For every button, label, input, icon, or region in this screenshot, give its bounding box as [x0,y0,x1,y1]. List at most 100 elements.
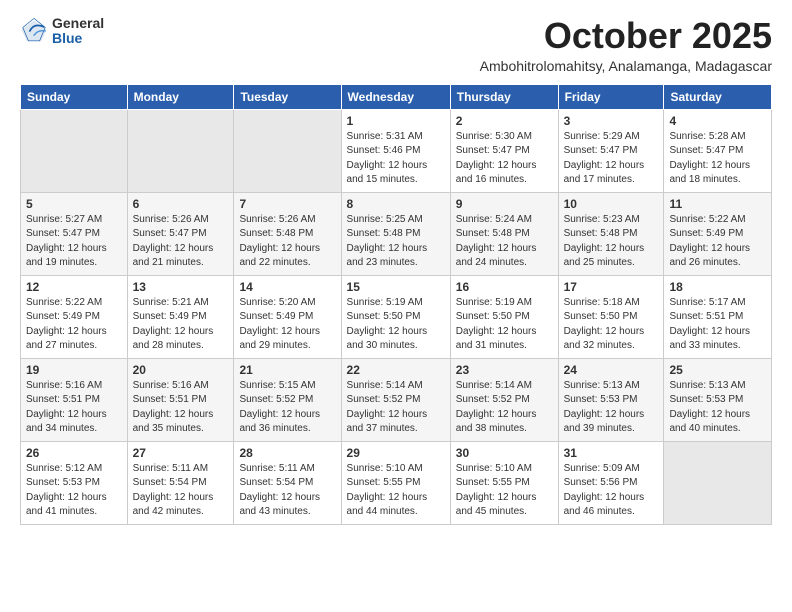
week-row-2: 5Sunrise: 5:27 AMSunset: 5:47 PMDaylight… [21,192,772,275]
day-number: 22 [347,363,445,377]
week-row-5: 26 Sunrise: 5:12 AMSunset: 5:53 PMDayligh… [21,441,772,524]
table-cell: 21 Sunrise: 5:15 AMSunset: 5:52 PMDayligh… [234,358,341,441]
table-cell: 20Sunrise: 5:16 AMSunset: 5:51 PMDayligh… [127,358,234,441]
table-cell: 30 Sunrise: 5:10 AMSunset: 5:55 PMDayligh… [450,441,558,524]
day-info: Sunrise: 5:18 AMSunset: 5:50 PMDaylight:… [564,296,659,354]
day-number: 11 [669,197,766,211]
day-info: Sunrise: 5:11 AMSunset: 5:54 PMDaylight:… [133,462,229,520]
day-info: Sunrise: 5:27 AMSunset: 5:47 PMDaylight:… [26,213,122,271]
logo-blue-text: Blue [52,31,104,46]
day-info: Sunrise: 5:11 AMSunset: 5:54 PMDaylight:… [239,462,335,520]
day-number: 14 [239,280,335,294]
day-number: 23 [456,363,553,377]
table-cell: 10 Sunrise: 5:23 AMSunset: 5:48 PMDayligh… [558,192,664,275]
day-info: Sunrise: 5:12 AMSunset: 5:53 PMDaylight:… [26,462,122,520]
day-info: Sunrise: 5:13 AMSunset: 5:53 PMDaylight:… [564,379,659,437]
day-info: Sunrise: 5:19 AMSunset: 5:50 PMDaylight:… [347,296,445,354]
day-info: Sunrise: 5:24 AMSunset: 5:48 PMDaylight:… [456,213,553,271]
day-number: 9 [456,197,553,211]
logo-general-text: General [52,16,104,31]
table-cell: 18Sunrise: 5:17 AMSunset: 5:51 PMDayligh… [664,275,772,358]
table-cell: 28 Sunrise: 5:11 AMSunset: 5:54 PMDayligh… [234,441,341,524]
day-info: Sunrise: 5:19 AMSunset: 5:50 PMDaylight:… [456,296,553,354]
day-number: 30 [456,446,553,460]
table-cell: 25 Sunrise: 5:13 AMSunset: 5:53 PMDayligh… [664,358,772,441]
day-info: Sunrise: 5:29 AMSunset: 5:47 PMDaylight:… [564,130,659,188]
table-cell: 9 Sunrise: 5:24 AMSunset: 5:48 PMDaylight… [450,192,558,275]
calendar-table: Sunday Monday Tuesday Wednesday Thursday… [20,84,772,525]
table-cell: 4Sunrise: 5:28 AMSunset: 5:47 PMDaylight… [664,109,772,192]
day-info: Sunrise: 5:25 AMSunset: 5:48 PMDaylight:… [347,213,445,271]
day-info: Sunrise: 5:22 AMSunset: 5:49 PMDaylight:… [26,296,122,354]
table-cell: 26 Sunrise: 5:12 AMSunset: 5:53 PMDayligh… [21,441,128,524]
day-info: Sunrise: 5:30 AMSunset: 5:47 PMDaylight:… [456,130,553,188]
table-cell: 31Sunrise: 5:09 AMSunset: 5:56 PMDayligh… [558,441,664,524]
col-wednesday: Wednesday [341,84,450,109]
day-info: Sunrise: 5:14 AMSunset: 5:52 PMDaylight:… [347,379,445,437]
day-info: Sunrise: 5:21 AMSunset: 5:49 PMDaylight:… [133,296,229,354]
table-cell [127,109,234,192]
month-title: October 2025 [480,16,772,56]
header: General Blue October 2025 Ambohitrolomah… [20,16,772,74]
table-cell: 2 Sunrise: 5:30 AMSunset: 5:47 PMDaylight… [450,109,558,192]
day-info: Sunrise: 5:26 AMSunset: 5:47 PMDaylight:… [133,213,229,271]
day-number: 2 [456,114,553,128]
table-cell: 8 Sunrise: 5:25 AMSunset: 5:48 PMDaylight… [341,192,450,275]
col-monday: Monday [127,84,234,109]
day-info: Sunrise: 5:10 AMSunset: 5:55 PMDaylight:… [456,462,553,520]
day-number: 10 [564,197,659,211]
table-cell [234,109,341,192]
table-cell: 7 Sunrise: 5:26 AMSunset: 5:48 PMDaylight… [234,192,341,275]
day-number: 21 [239,363,335,377]
table-cell: 23 Sunrise: 5:14 AMSunset: 5:52 PMDayligh… [450,358,558,441]
table-cell: 22 Sunrise: 5:14 AMSunset: 5:52 PMDayligh… [341,358,450,441]
day-info: Sunrise: 5:14 AMSunset: 5:52 PMDaylight:… [456,379,553,437]
day-info: Sunrise: 5:31 AMSunset: 5:46 PMDaylight:… [347,130,445,188]
day-number: 4 [669,114,766,128]
day-number: 28 [239,446,335,460]
table-cell: 12Sunrise: 5:22 AMSunset: 5:49 PMDayligh… [21,275,128,358]
day-info: Sunrise: 5:26 AMSunset: 5:48 PMDaylight:… [239,213,335,271]
day-number: 19 [26,363,122,377]
day-number: 16 [456,280,553,294]
table-cell [21,109,128,192]
page: General Blue October 2025 Ambohitrolomah… [0,0,792,545]
day-number: 26 [26,446,122,460]
day-number: 27 [133,446,229,460]
day-number: 1 [347,114,445,128]
table-cell: 1 Sunrise: 5:31 AMSunset: 5:46 PMDaylight… [341,109,450,192]
col-sunday: Sunday [21,84,128,109]
col-tuesday: Tuesday [234,84,341,109]
table-cell: 14 Sunrise: 5:20 AMSunset: 5:49 PMDayligh… [234,275,341,358]
day-number: 13 [133,280,229,294]
table-cell: 27 Sunrise: 5:11 AMSunset: 5:54 PMDayligh… [127,441,234,524]
col-saturday: Saturday [664,84,772,109]
day-number: 15 [347,280,445,294]
logo: General Blue [20,16,104,47]
week-row-1: 1 Sunrise: 5:31 AMSunset: 5:46 PMDaylight… [21,109,772,192]
table-cell: 17 Sunrise: 5:18 AMSunset: 5:50 PMDayligh… [558,275,664,358]
day-info: Sunrise: 5:15 AMSunset: 5:52 PMDaylight:… [239,379,335,437]
table-cell: 11Sunrise: 5:22 AMSunset: 5:49 PMDayligh… [664,192,772,275]
table-cell: 24Sunrise: 5:13 AMSunset: 5:53 PMDayligh… [558,358,664,441]
day-number: 6 [133,197,229,211]
week-row-3: 12Sunrise: 5:22 AMSunset: 5:49 PMDayligh… [21,275,772,358]
table-cell: 19Sunrise: 5:16 AMSunset: 5:51 PMDayligh… [21,358,128,441]
table-cell: 29Sunrise: 5:10 AMSunset: 5:55 PMDayligh… [341,441,450,524]
table-cell: 13 Sunrise: 5:21 AMSunset: 5:49 PMDayligh… [127,275,234,358]
col-friday: Friday [558,84,664,109]
day-info: Sunrise: 5:23 AMSunset: 5:48 PMDaylight:… [564,213,659,271]
day-number: 17 [564,280,659,294]
day-number: 7 [239,197,335,211]
day-number: 8 [347,197,445,211]
calendar-header-row: Sunday Monday Tuesday Wednesday Thursday… [21,84,772,109]
day-info: Sunrise: 5:16 AMSunset: 5:51 PMDaylight:… [133,379,229,437]
day-info: Sunrise: 5:09 AMSunset: 5:56 PMDaylight:… [564,462,659,520]
day-number: 3 [564,114,659,128]
day-info: Sunrise: 5:13 AMSunset: 5:53 PMDaylight:… [669,379,766,437]
day-number: 25 [669,363,766,377]
day-number: 29 [347,446,445,460]
day-info: Sunrise: 5:20 AMSunset: 5:49 PMDaylight:… [239,296,335,354]
table-cell: 15 Sunrise: 5:19 AMSunset: 5:50 PMDayligh… [341,275,450,358]
table-cell: 5Sunrise: 5:27 AMSunset: 5:47 PMDaylight… [21,192,128,275]
